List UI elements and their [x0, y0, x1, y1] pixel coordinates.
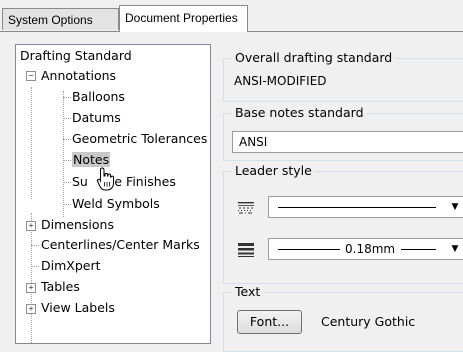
thickness-preview-right — [401, 249, 436, 250]
font-button[interactable]: Font... — [237, 310, 302, 334]
leader-style-label: Leader style — [232, 163, 315, 178]
tree-item-label: Drafting Standard — [20, 48, 132, 63]
tab-system-options[interactable]: System Options — [2, 8, 119, 30]
dropdown-arrow-icon[interactable]: ▼ — [447, 239, 463, 259]
expand-icon[interactable]: + — [26, 304, 36, 314]
line-style-icon — [238, 202, 254, 214]
leader-style-group: Leader style ▼ 0.18mm ▼ — [223, 163, 463, 284]
text-group: Text Font... Century Gothic — [223, 284, 463, 352]
tree-connector — [31, 266, 39, 267]
tree-item-view-labels[interactable]: View Labels — [41, 299, 115, 317]
tree-item-drafting-standard[interactable]: Drafting Standard — [20, 47, 132, 65]
properties-panel: Overall drafting standard ANSI-MODIFIED … — [220, 40, 463, 352]
line-thickness-icon — [238, 243, 254, 257]
overall-drafting-standard-group: Overall drafting standard ANSI-MODIFIED — [223, 50, 463, 102]
expand-icon[interactable]: + — [26, 283, 36, 293]
font-name: Century Gothic — [321, 314, 416, 329]
base-notes-standard-label: Base notes standard — [232, 105, 367, 120]
leader-thickness-value: 0.18mm — [345, 242, 396, 256]
tree-item-label: DimXpert — [41, 258, 101, 273]
tree-connector — [63, 139, 71, 140]
tree-item-label: Datums — [72, 110, 121, 125]
base-notes-standard-select[interactable]: ANSI — [232, 131, 463, 153]
hand-pointer-icon — [96, 167, 114, 191]
expand-icon[interactable]: + — [26, 221, 36, 231]
tree-connector — [63, 118, 71, 119]
collapse-icon[interactable]: − — [26, 71, 36, 81]
leader-line-style-select[interactable]: ▼ — [268, 196, 463, 218]
tree-item-tables[interactable]: Tables — [41, 278, 80, 296]
tree-item-weld-symbols[interactable]: Weld Symbols — [72, 195, 160, 213]
tree-item-label: Geometric Tolerances — [72, 131, 208, 146]
tree-connector — [31, 87, 32, 199]
base-notes-standard-group: Base notes standard ANSI — [223, 105, 463, 161]
tree-item-label: Balloons — [72, 89, 125, 104]
tree-connector — [63, 91, 64, 217]
tree-item-label: Tables — [41, 279, 80, 294]
thickness-preview-left — [278, 249, 340, 250]
tree-item-geometric-tolerances[interactable]: Geometric Tolerances — [72, 130, 207, 148]
tree-item-label-start: Su — [72, 174, 88, 189]
tab-document-properties[interactable]: Document Properties — [119, 5, 248, 32]
tree-item-label: View Labels — [41, 300, 115, 315]
leader-thickness-select[interactable]: 0.18mm ▼ — [268, 238, 463, 260]
tree-item-balloons[interactable]: Balloons — [72, 88, 125, 106]
tree-item-dimensions[interactable]: Dimensions — [41, 216, 114, 234]
overall-drafting-standard-label: Overall drafting standard — [232, 50, 396, 65]
overall-drafting-standard-value: ANSI-MODIFIED — [234, 74, 327, 88]
tree-item-datums[interactable]: Datums — [72, 109, 121, 127]
tree-item-label: Weld Symbols — [72, 196, 160, 211]
tab-bar: System Options Document Properties — [0, 0, 463, 34]
tree-item-annotations[interactable]: Annotations — [41, 67, 116, 85]
tree-item-dimxpert[interactable]: DimXpert — [41, 257, 101, 275]
text-label: Text — [232, 284, 264, 299]
tree-connector — [31, 213, 32, 343]
tree-item-label: Notes — [72, 152, 111, 167]
tree-connector — [63, 204, 71, 205]
tree-connector — [63, 160, 71, 161]
tree-item-surface-finishes[interactable]: Su ace Finishes — [72, 173, 176, 191]
tree-connector — [31, 245, 39, 246]
dropdown-arrow-icon[interactable]: ▼ — [447, 197, 463, 217]
base-notes-standard-value: ANSI — [239, 135, 268, 149]
options-tree[interactable]: Drafting Standard − Annotations Balloons… — [15, 44, 211, 344]
tree-connector — [63, 97, 71, 98]
tree-item-label: Dimensions — [41, 217, 114, 232]
line-style-preview — [278, 207, 436, 208]
tree-item-centerlines[interactable]: Centerlines/Center Marks — [41, 236, 200, 254]
tree-connector — [63, 182, 71, 183]
tree-item-label: Centerlines/Center Marks — [41, 237, 200, 252]
tree-item-label: Annotations — [41, 68, 117, 83]
